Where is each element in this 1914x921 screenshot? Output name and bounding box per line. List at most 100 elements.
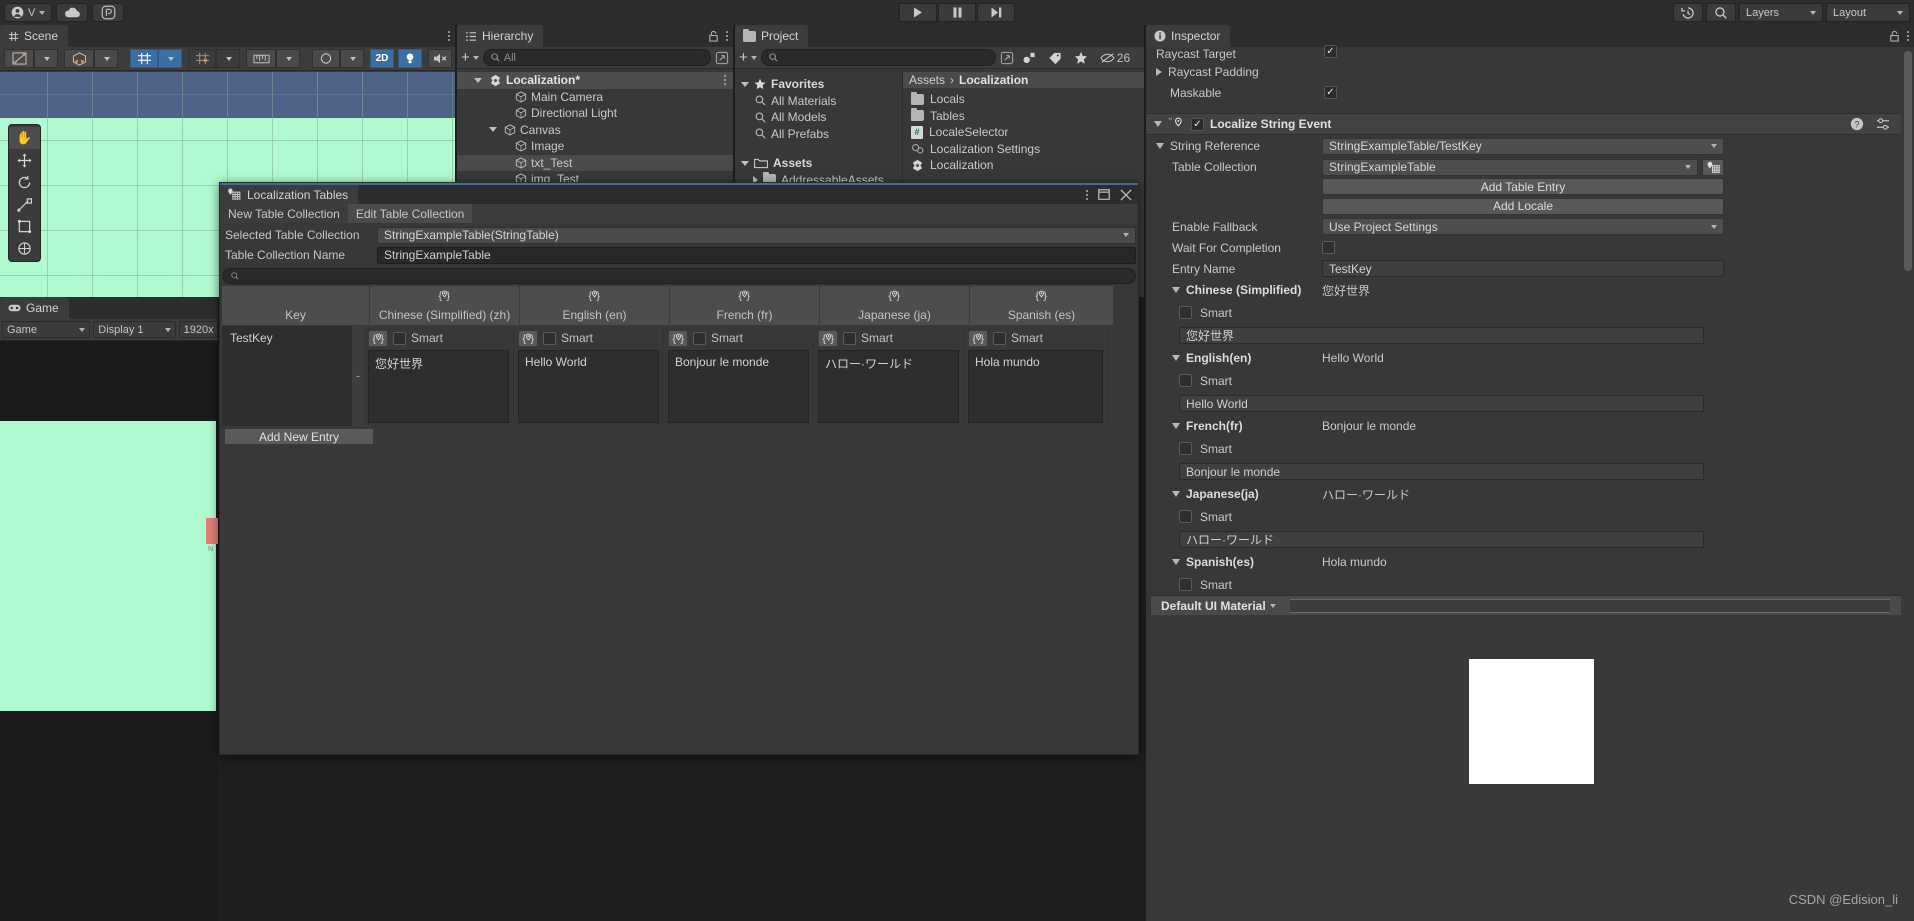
hierarchy-popout-button[interactable] bbox=[715, 51, 729, 65]
history-button[interactable] bbox=[1673, 3, 1703, 22]
smart-checkbox[interactable] bbox=[693, 331, 706, 345]
play-button[interactable] bbox=[899, 3, 937, 22]
hierarchy-item-image[interactable]: Image bbox=[457, 138, 733, 155]
project-search-input[interactable] bbox=[760, 49, 996, 66]
kebab-icon[interactable] bbox=[448, 31, 450, 41]
scene-lighting-button[interactable] bbox=[398, 49, 422, 68]
grid-visibility-button[interactable] bbox=[130, 49, 158, 68]
collab-button[interactable] bbox=[92, 3, 125, 22]
asset-item-locals[interactable]: Locals bbox=[903, 91, 1144, 108]
tab-localization-tables[interactable]: Localization Tables bbox=[220, 185, 359, 204]
inspector-locale-header-3[interactable]: Japanese(ja) ハロー·ワールド bbox=[1146, 483, 1914, 505]
localize-string-event-header[interactable]: ‘‘ ✓ Localize String Event ? bbox=[1146, 113, 1914, 135]
project-favorite-all-models[interactable]: All Models bbox=[735, 109, 902, 126]
move-tool-icon[interactable] bbox=[9, 149, 40, 171]
preset-icon[interactable] bbox=[1876, 117, 1890, 131]
tab-project[interactable]: Project bbox=[735, 25, 809, 47]
hierarchy-item-canvas[interactable]: Canvas bbox=[457, 122, 733, 139]
scene-camera-button[interactable] bbox=[312, 49, 340, 68]
selected-table-collection-dropdown[interactable]: StringExampleTable(StringTable) bbox=[377, 226, 1136, 244]
project-add-button[interactable]: + bbox=[739, 50, 757, 65]
layout-dropdown[interactable]: Layout bbox=[1826, 3, 1910, 22]
chevron-down-icon[interactable] bbox=[1156, 143, 1164, 149]
game-resolution-dropdown[interactable]: 1920x bbox=[178, 321, 218, 338]
shading-dropdown[interactable] bbox=[94, 49, 118, 68]
inspector-row-entry-name[interactable]: Entry Name TestKey bbox=[1146, 258, 1914, 279]
inspector-locale-header-4[interactable]: Spanish(es) Hola mundo bbox=[1146, 551, 1914, 573]
smart-checkbox[interactable] bbox=[1179, 578, 1192, 591]
smart-string-icon[interactable]: {} bbox=[1035, 286, 1048, 305]
smart-checkbox[interactable] bbox=[393, 331, 406, 345]
smart-string-icon[interactable]: {} bbox=[888, 286, 901, 305]
table-value-field[interactable]: Bonjour le monde bbox=[668, 350, 809, 423]
inspector-locale-smart-4[interactable]: Smart bbox=[1146, 573, 1914, 596]
inspector-row-add-table-entry[interactable]: Add Table Entry bbox=[1146, 177, 1914, 196]
inspector-row-raycast-target[interactable]: Raycast Target ✓ bbox=[1146, 45, 1914, 61]
kebab-icon[interactable] bbox=[1086, 189, 1088, 200]
game-display-dropdown[interactable]: Display 1 bbox=[93, 321, 176, 338]
kebab-icon[interactable] bbox=[1907, 31, 1909, 41]
edit-table-collection-menu[interactable]: Edit Table Collection bbox=[347, 204, 473, 223]
hand-tool-icon[interactable]: ✋ bbox=[9, 127, 40, 149]
tab-scene[interactable]: Scene bbox=[0, 25, 69, 47]
asset-items-list[interactable]: Locals Tables # LocaleSelector Localization … bbox=[903, 88, 1144, 174]
breadcrumb-item-1[interactable]: Localization bbox=[959, 73, 1028, 87]
project-favorites-root[interactable]: Favorites bbox=[735, 76, 902, 93]
kebab-icon[interactable] bbox=[726, 31, 728, 41]
material-field[interactable] bbox=[1289, 598, 1890, 613]
inspector-locale-value-field[interactable]: Bonjour le monde bbox=[1179, 463, 1704, 480]
table-column-header-2[interactable]: {} English (en) bbox=[520, 286, 670, 326]
enable-fallback-dropdown[interactable]: Use Project Settings bbox=[1322, 218, 1724, 235]
chevron-down-icon[interactable] bbox=[1172, 355, 1180, 361]
localize-string-event-enabled-checkbox[interactable]: ✓ bbox=[1191, 117, 1204, 131]
hierarchy-item-directional-light[interactable]: Directional Light bbox=[457, 105, 733, 122]
inspector-locale-smart-2[interactable]: Smart bbox=[1146, 437, 1914, 460]
scene-camera-dropdown[interactable] bbox=[340, 49, 364, 68]
smart-checkbox[interactable] bbox=[1179, 510, 1192, 523]
hierarchy-search-input[interactable]: All bbox=[482, 49, 711, 66]
breadcrumb-item-0[interactable]: Assets bbox=[909, 73, 945, 87]
pivot-button[interactable] bbox=[4, 49, 34, 68]
asset-item-localization[interactable]: Localization bbox=[903, 157, 1144, 174]
table-collection-dropdown[interactable]: StringExampleTable bbox=[1322, 158, 1698, 176]
hierarchy-add-button[interactable]: + bbox=[461, 50, 479, 65]
smart-string-icon[interactable]: {} bbox=[668, 329, 688, 347]
inspector-locale-value-field[interactable]: 您好世界 bbox=[1179, 327, 1704, 344]
smart-string-icon[interactable]: {} bbox=[438, 286, 451, 305]
table-collection-name-input[interactable]: StringExampleTable bbox=[377, 246, 1136, 264]
transform-tool-icon[interactable] bbox=[9, 237, 40, 259]
smart-string-icon[interactable]: {} bbox=[368, 329, 388, 347]
inspector-row-add-locale[interactable]: Add Locale bbox=[1146, 196, 1914, 216]
inspector-locale-header-2[interactable]: French(fr) Bonjour le monde bbox=[1146, 415, 1914, 437]
scene-audio-button[interactable] bbox=[428, 49, 452, 68]
project-filter-type-button[interactable] bbox=[1018, 51, 1040, 65]
hierarchy-item-localization[interactable]: Localization* bbox=[457, 72, 733, 89]
inspector-locale-value-field[interactable]: Hello World bbox=[1179, 395, 1704, 412]
chevron-down-icon[interactable] bbox=[1172, 559, 1180, 565]
smart-checkbox[interactable] bbox=[843, 331, 856, 345]
inspector-row-string-reference[interactable]: String Reference StringExampleTable/Test… bbox=[1146, 135, 1914, 157]
maskable-checkbox[interactable]: ✓ bbox=[1324, 86, 1337, 99]
lock-icon[interactable] bbox=[1889, 30, 1900, 42]
entry-name-field[interactable]: TestKey bbox=[1322, 260, 1724, 277]
layers-dropdown[interactable]: Layers bbox=[1739, 3, 1823, 22]
table-value-field[interactable]: Hello World bbox=[518, 350, 659, 423]
shading-mode-button[interactable] bbox=[64, 49, 94, 68]
project-hidden-count[interactable]: 26 bbox=[1096, 51, 1130, 65]
inspector-locale-smart-3[interactable]: Smart bbox=[1146, 505, 1914, 528]
chevron-down-icon[interactable] bbox=[1172, 287, 1180, 293]
table-value-field[interactable]: ハロー·ワールド bbox=[818, 350, 959, 423]
ruler-button[interactable] bbox=[246, 49, 276, 68]
inspector-locale-header-1[interactable]: English(en) Hello World bbox=[1146, 347, 1914, 369]
tab-game[interactable]: Game bbox=[0, 297, 69, 319]
pivot-dropdown[interactable] bbox=[34, 49, 58, 68]
new-table-collection-menu[interactable]: New Table Collection bbox=[220, 204, 348, 223]
help-icon[interactable]: ? bbox=[1850, 117, 1864, 131]
localization-search-input[interactable] bbox=[222, 268, 1136, 284]
ruler-dropdown[interactable] bbox=[276, 49, 300, 68]
smart-string-icon[interactable]: {} bbox=[818, 329, 838, 347]
maximize-icon[interactable] bbox=[1098, 189, 1110, 200]
breadcrumb[interactable]: Assets › Localization bbox=[903, 72, 1144, 88]
smart-string-icon[interactable]: {} bbox=[518, 329, 538, 347]
asset-item-localization-settings[interactable]: Localization Settings bbox=[903, 141, 1144, 158]
